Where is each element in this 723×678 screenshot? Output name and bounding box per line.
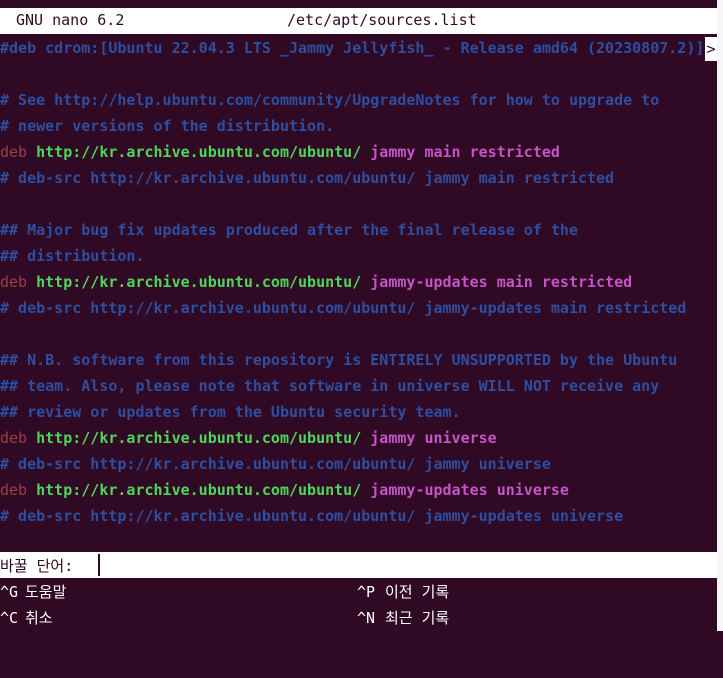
replace-prompt-label: 바꿀 단어: (0, 557, 74, 575)
shortcut-label: 취소 (25, 609, 53, 627)
file-name: /etc/apt/sources.list (287, 11, 477, 29)
code-segment: jammy universe (370, 429, 497, 447)
code-segment: deb (0, 481, 37, 499)
code-segment: ## Major bug fix updates produced after … (0, 221, 578, 239)
shortcut-key: ^N (357, 609, 376, 627)
code-segment: # deb-src http://kr.archive.ubuntu.com/u… (0, 299, 687, 317)
shortcut-key: ^G (0, 583, 19, 601)
code-segment: # deb-src http://kr.archive.ubuntu.com/u… (0, 455, 551, 473)
shortcut-key: ^P (357, 583, 376, 601)
code-segment: deb (0, 273, 37, 291)
shortcut-recent-history[interactable]: ^N 최근 기록 (357, 606, 712, 630)
window-edge (717, 0, 723, 631)
editor-line[interactable]: deb http://kr.archive.ubuntu.com/ubuntu/… (0, 139, 560, 165)
code-segment: # deb-src http://kr.archive.ubuntu.com/u… (0, 169, 615, 187)
editor-line[interactable]: # deb-src http://kr.archive.ubuntu.com/u… (0, 295, 686, 321)
editor-line[interactable]: # deb-src http://kr.archive.ubuntu.com/u… (0, 165, 614, 191)
replace-prompt-bar: 바꿀 단어: (0, 552, 717, 578)
editor-line[interactable]: ## N.B. software from this repository is… (0, 347, 677, 373)
code-segment: http://kr.archive.ubuntu.com/ubuntu/ (36, 273, 371, 291)
editor-line[interactable]: deb http://kr.archive.ubuntu.com/ubuntu/… (0, 269, 632, 295)
code-segment: jammy-updates universe (370, 481, 569, 499)
code-segment: ## review or updates from the Ubuntu sec… (0, 403, 461, 421)
editor-line[interactable]: # deb-src http://kr.archive.ubuntu.com/u… (0, 451, 551, 477)
editor-line[interactable]: deb http://kr.archive.ubuntu.com/ubuntu/… (0, 477, 569, 503)
code-segment: ## N.B. software from this repository is… (0, 351, 678, 369)
code-segment: ## team. Also, please note that software… (0, 377, 660, 395)
shortcut-help[interactable]: ^G 도움말 (0, 580, 355, 604)
editor-line[interactable]: ## review or updates from the Ubuntu sec… (0, 399, 461, 425)
shortcut-label: 이전 기록 (385, 583, 450, 601)
code-segment: http://kr.archive.ubuntu.com/ubuntu/ (36, 143, 371, 161)
shortcut-label: 최근 기록 (385, 609, 450, 627)
code-segment: deb (0, 429, 37, 447)
editor-line[interactable]: ## Major bug fix updates produced after … (0, 217, 578, 243)
code-segment: jammy-updates main restricted (370, 273, 633, 291)
code-segment: #deb cdrom:[Ubuntu 22.04.3 LTS _Jammy Je… (0, 39, 705, 57)
editor-line[interactable]: # deb-src http://kr.archive.ubuntu.com/u… (0, 503, 623, 529)
code-segment: # See http://help.ubuntu.com/community/U… (0, 91, 660, 109)
editor-line[interactable]: ## team. Also, please note that software… (0, 373, 659, 399)
replace-word-input[interactable] (104, 552, 704, 578)
editor-line[interactable]: # See http://help.ubuntu.com/community/U… (0, 87, 659, 113)
line-overflow-marker: > (705, 37, 717, 61)
code-segment: ## distribution. (0, 247, 145, 265)
shortcut-label: 도움말 (25, 583, 67, 601)
shortcut-key: ^C (0, 609, 19, 627)
shortcut-cancel[interactable]: ^C 취소 (0, 606, 355, 630)
title-bar: GNU nano 6.2 /etc/apt/sources.list (0, 8, 717, 34)
app-name: GNU nano 6.2 (16, 11, 125, 29)
editor-line[interactable]: #deb cdrom:[Ubuntu 22.04.3 LTS _Jammy Je… (0, 35, 704, 61)
shortcut-previous-history[interactable]: ^P 이전 기록 (357, 580, 712, 604)
editor-line[interactable]: # newer versions of the distribution. (0, 113, 334, 139)
code-segment: deb (0, 143, 37, 161)
editor-line[interactable]: deb http://kr.archive.ubuntu.com/ubuntu/… (0, 425, 497, 451)
code-segment: # newer versions of the distribution. (0, 117, 335, 135)
code-segment: http://kr.archive.ubuntu.com/ubuntu/ (36, 481, 371, 499)
editor-line[interactable]: ## distribution. (0, 243, 145, 269)
code-segment: # deb-src http://kr.archive.ubuntu.com/u… (0, 507, 624, 525)
code-segment: jammy main restricted (370, 143, 560, 161)
code-segment: http://kr.archive.ubuntu.com/ubuntu/ (36, 429, 371, 447)
